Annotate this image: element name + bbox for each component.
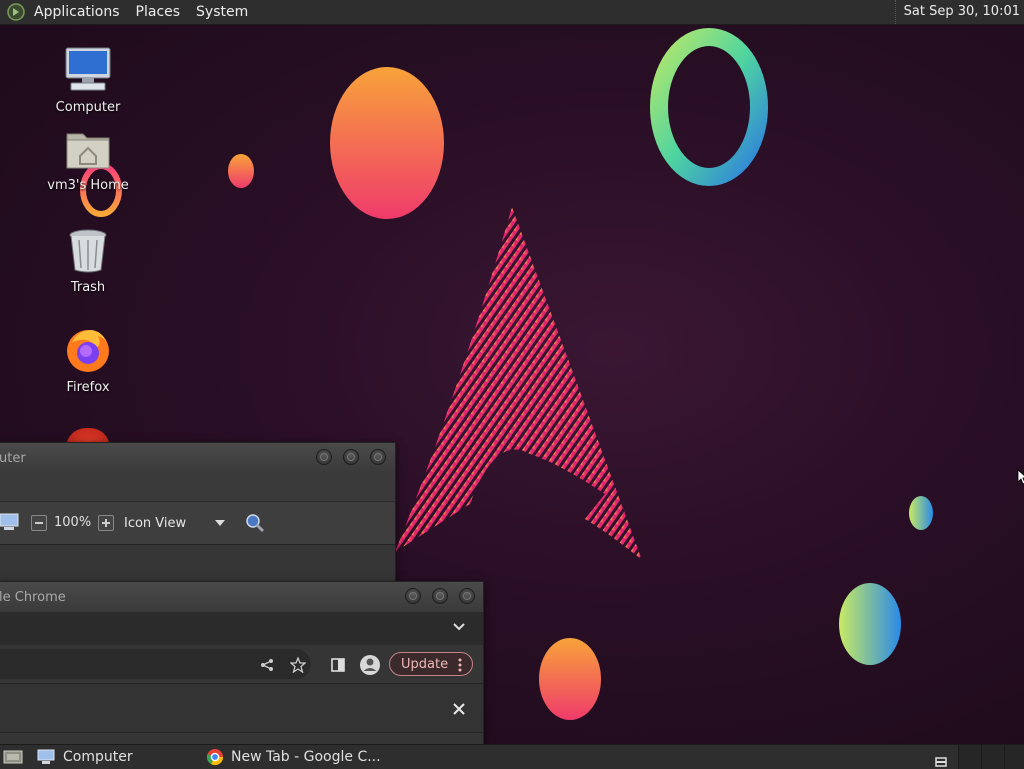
workspace-1[interactable] (958, 745, 981, 769)
maximize-button[interactable] (343, 449, 359, 465)
firefox-icon (67, 330, 109, 372)
titlebar[interactable]: le Chrome (0, 582, 483, 612)
home-folder-icon (66, 133, 110, 169)
view-mode-select[interactable]: Icon View (124, 502, 234, 544)
workspace-2[interactable] (981, 745, 1004, 769)
zoom-out-button[interactable] (31, 515, 47, 531)
mouse-cursor-icon (1017, 469, 1024, 485)
places-menu[interactable]: Places (128, 0, 189, 24)
close-button[interactable] (459, 588, 475, 604)
side-panel-icon[interactable] (331, 658, 345, 672)
wallpaper-small-orange-blob (228, 154, 254, 188)
share-icon[interactable] (260, 658, 274, 672)
computer-icon[interactable] (0, 513, 19, 531)
taskbar-item-label: Computer (63, 749, 133, 765)
taskbar-item-computer[interactable]: Computer (36, 745, 196, 769)
main-menu-icon[interactable] (6, 2, 26, 22)
desktop-icon-label: Computer (55, 100, 121, 115)
desktop-icon-home[interactable]: vm3's Home (38, 128, 138, 193)
desktop-icon-label: vm3's Home (47, 178, 129, 193)
view-mode-label: Icon View (124, 515, 187, 531)
chrome-window[interactable]: le Chrome Update (0, 581, 484, 746)
system-menu[interactable]: System (188, 0, 256, 24)
desktop-icon-computer[interactable]: Computer (38, 46, 138, 115)
minimize-button[interactable] (316, 449, 332, 465)
tab-strip (0, 612, 483, 645)
clock[interactable]: Sat Sep 30, 10:01 (894, 0, 1020, 24)
chevron-down-icon[interactable] (453, 622, 465, 632)
wallpaper-small-blue-blob (909, 496, 933, 530)
location-toolbar: 100% Icon View (0, 502, 395, 545)
chevron-down-icon (215, 520, 225, 526)
taskbar-item-label: New Tab - Google C... (231, 749, 381, 765)
trash-icon (69, 229, 107, 273)
maximize-button[interactable] (432, 588, 448, 604)
chrome-toolbar: Update (0, 645, 483, 684)
chrome-icon (206, 749, 224, 766)
window-title: uter (0, 450, 26, 466)
more-menu-icon (458, 658, 462, 672)
desktop-icon-firefox[interactable]: Firefox (38, 326, 138, 395)
desktop-icon-label: Firefox (66, 380, 110, 395)
taskbar-item-chrome[interactable]: New Tab - Google C... (206, 745, 406, 769)
zoom-in-button[interactable] (98, 515, 114, 531)
workspace-switcher-icon[interactable] (935, 757, 949, 769)
applications-menu[interactable]: Applications (26, 0, 128, 24)
wallpaper-blue-blob (839, 583, 901, 665)
computer-icon (65, 47, 111, 91)
content-area (0, 545, 395, 583)
window-title: le Chrome (0, 589, 66, 605)
bookmark-star-icon[interactable] (290, 657, 306, 673)
minimize-button[interactable] (405, 588, 421, 604)
desktop-icon-trash[interactable]: Trash (38, 228, 138, 295)
workspace-3[interactable] (1004, 745, 1024, 769)
close-button[interactable] (370, 449, 386, 465)
update-button-label: Update (401, 656, 449, 672)
zoom-level: 100% (54, 515, 92, 530)
search-icon[interactable] (245, 513, 265, 533)
wallpaper-ring (650, 28, 768, 186)
infobar (0, 684, 483, 733)
bottom-panel: Computer New Tab - Google C... (0, 744, 1024, 769)
profile-avatar-icon[interactable] (359, 654, 381, 676)
show-desktop-icon[interactable] (3, 749, 23, 765)
wallpaper-bottom-orange-blob (539, 638, 601, 720)
desktop-icon-label: Trash (70, 280, 106, 295)
file-manager-window[interactable]: uter 100% Icon View (0, 442, 396, 584)
titlebar[interactable]: uter (0, 443, 395, 473)
computer-icon (37, 749, 55, 764)
wallpaper-orange-blob (330, 67, 444, 219)
top-panel: Applications Places System Sat Sep 30, 1… (0, 0, 1024, 25)
update-button[interactable]: Update (389, 652, 473, 676)
menubar (0, 473, 395, 502)
wallpaper-arch-logo (395, 207, 642, 560)
close-icon[interactable] (453, 703, 465, 715)
